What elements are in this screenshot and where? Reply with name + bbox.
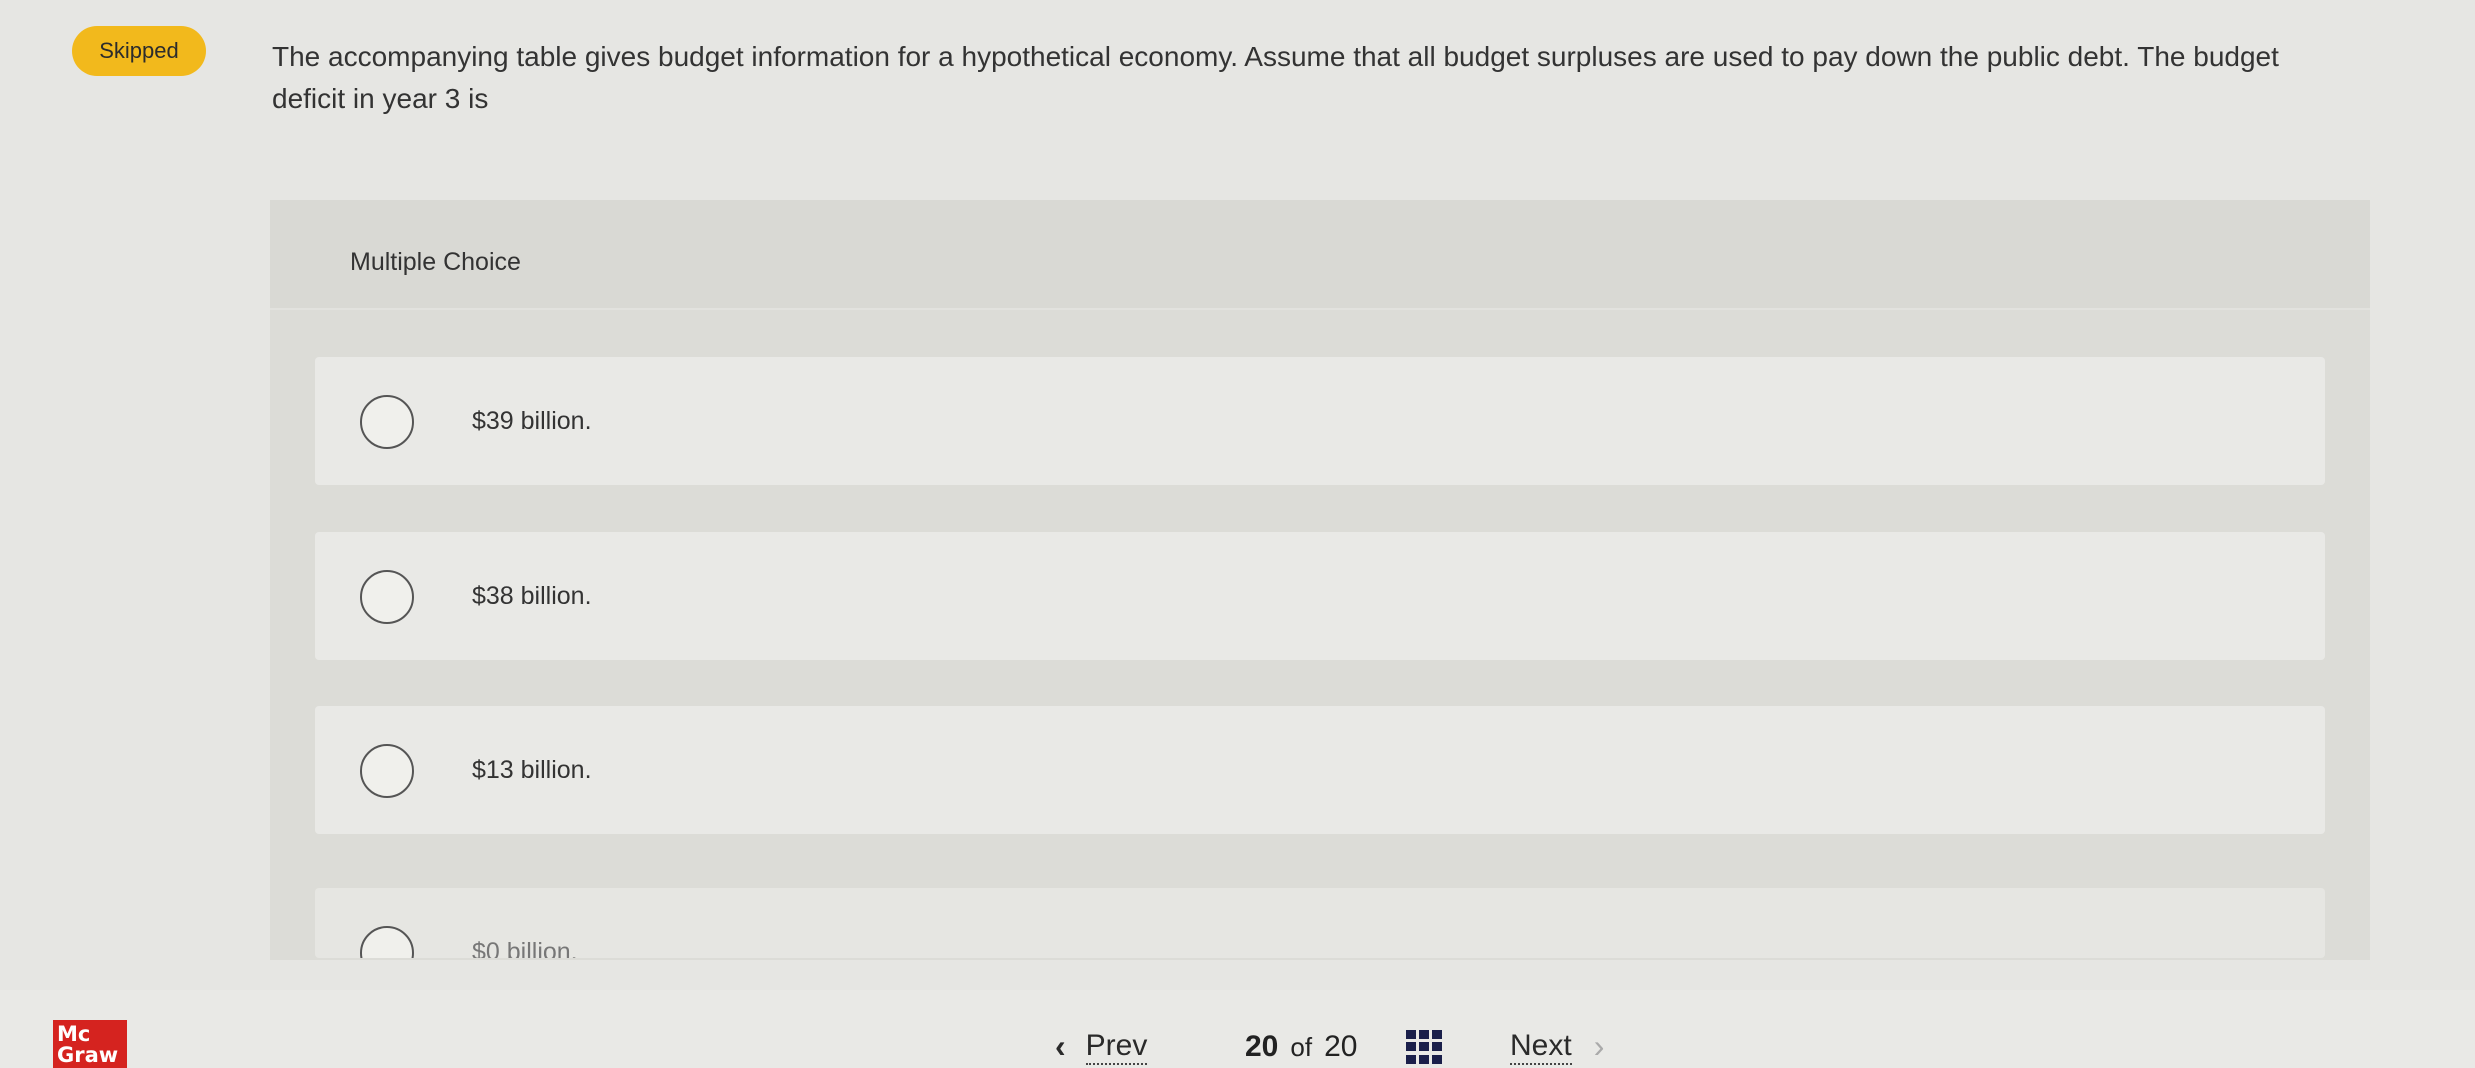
mcgraw-logo: Mc Graw [53,1020,127,1068]
of-label: of [1290,1032,1313,1062]
prev-label: Prev [1085,1029,1148,1065]
chevron-right-icon: › [1593,1028,1605,1064]
choice-label: $0 billion. [472,938,578,958]
radio-button[interactable] [360,744,414,798]
choice-label: $39 billion. [472,407,592,435]
choice-label: $38 billion. [472,582,592,610]
choice-label: $13 billion. [472,756,592,784]
radio-button[interactable] [360,570,414,624]
choice-option-4[interactable]: $0 billion. [315,888,2325,958]
page-counter: 20 of 20 [1245,1030,1357,1064]
prev-button[interactable]: ‹ Prev [1055,1028,1148,1065]
choice-option-1[interactable]: $39 billion. [315,357,2325,485]
question-text: The accompanying table gives budget info… [272,41,2279,114]
current-page: 20 [1245,1030,1279,1063]
choice-option-3[interactable]: $13 billion. [315,706,2325,834]
footer-bar: Mc Graw ‹ Prev 20 of 20 Next › [0,990,2475,1068]
multiple-choice-header: Multiple Choice [270,200,2370,310]
total-pages: 20 [1324,1030,1358,1063]
quiz-page: Skipped The accompanying table gives bud… [0,0,2475,1068]
next-button[interactable]: Next › [1510,1028,1604,1065]
choice-option-2[interactable]: $38 billion. [315,532,2325,660]
chevron-left-icon: ‹ [1055,1028,1066,1064]
radio-button[interactable] [360,395,414,449]
question-grid-icon[interactable] [1406,1030,1442,1064]
multiple-choice-panel: Multiple Choice $39 billion. $38 billion… [270,200,2370,960]
multiple-choice-label: Multiple Choice [350,248,521,276]
status-badge: Skipped [72,26,206,76]
next-label: Next [1510,1029,1572,1065]
radio-button[interactable] [360,926,414,958]
